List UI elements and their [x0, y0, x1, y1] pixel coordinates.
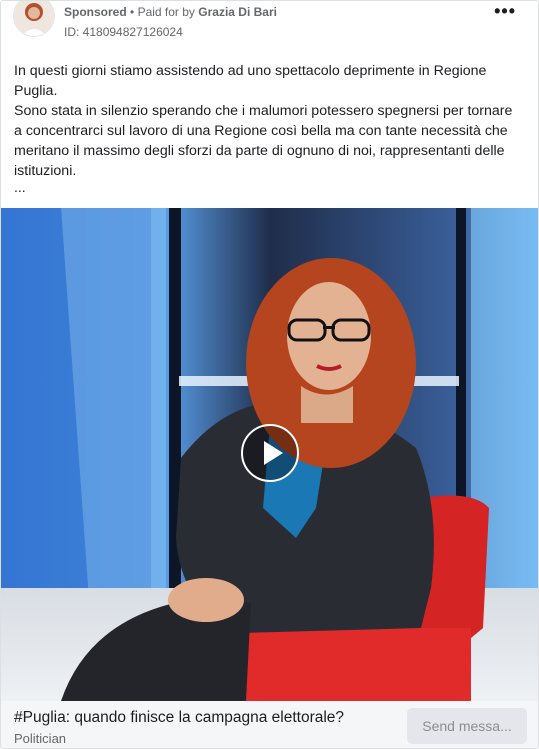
see-more-ellipsis[interactable]: ...: [14, 179, 26, 195]
sponsored-line: Sponsored • Paid for by Grazia Di Bari: [64, 5, 277, 19]
paid-for-label: Paid for by: [137, 5, 195, 19]
sponsored-label: Sponsored: [64, 5, 127, 19]
play-button[interactable]: [241, 424, 299, 482]
ad-body-text: In questi giorni stiamo assistendo ad un…: [14, 61, 524, 181]
ad-header: Sponsored • Paid for by Grazia Di Bari I…: [1, 1, 538, 47]
ad-card: Sponsored • Paid for by Grazia Di Bari I…: [0, 0, 539, 749]
play-icon: [264, 441, 283, 465]
advertiser-avatar[interactable]: [13, 1, 55, 37]
more-options-icon[interactable]: •••: [494, 1, 516, 22]
advertiser-category: Politician: [14, 731, 67, 746]
ad-headline[interactable]: #Puglia: quando finisce la campagna elet…: [14, 709, 344, 727]
body-paragraph-2: Sono stata in silenzio sperando che i ma…: [14, 103, 513, 179]
ad-id: ID: 418094827126024: [64, 25, 183, 39]
body-paragraph-1: In questi giorni stiamo assistendo ad un…: [14, 63, 487, 99]
separator-dot: •: [130, 5, 135, 19]
advertiser-name[interactable]: Grazia Di Bari: [198, 5, 277, 19]
video-thumbnail[interactable]: [1, 208, 538, 701]
send-message-button[interactable]: Send messa...: [407, 708, 527, 744]
